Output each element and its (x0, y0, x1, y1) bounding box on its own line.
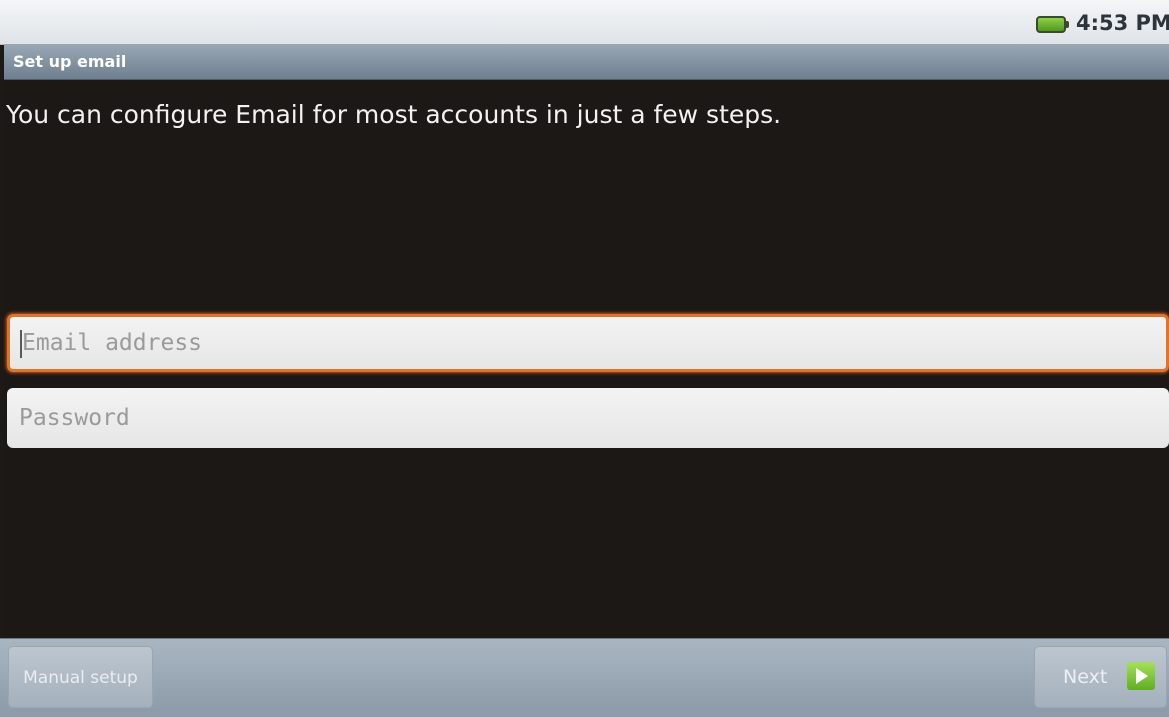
password-field[interactable] (7, 388, 1169, 448)
setup-instructions: You can configure Email for most account… (6, 100, 782, 129)
bottom-action-bar: Manual setup Next (0, 638, 1169, 717)
manual-setup-button[interactable]: Manual setup (8, 646, 153, 708)
title-bar: Set up email (4, 44, 1169, 80)
status-clock: 4:53 PM (1076, 11, 1169, 35)
email-setup-screen: 4:53 PM Set up email You can configure E… (0, 0, 1169, 717)
battery-icon (1036, 16, 1069, 33)
status-bar: 4:53 PM (0, 0, 1169, 45)
arrow-right-icon (1127, 662, 1155, 690)
screen-title: Set up email (13, 52, 127, 71)
next-button[interactable]: Next (1034, 646, 1167, 708)
manual-setup-label: Manual setup (23, 668, 138, 688)
text-cursor (20, 330, 22, 358)
setup-content: You can configure Email for most account… (4, 80, 1169, 638)
next-label: Next (1063, 666, 1108, 688)
email-address-field[interactable] (7, 314, 1169, 372)
